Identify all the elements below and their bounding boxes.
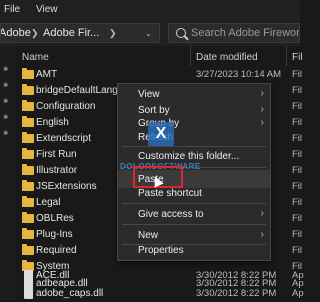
folder-icon <box>22 196 34 207</box>
search-placeholder: Search Adobe Fireworks CS6 <box>191 27 300 39</box>
submenu-arrow-icon: › <box>260 88 264 99</box>
menu-separator <box>122 224 266 225</box>
submenu-arrow-icon: › <box>260 229 264 240</box>
breadcrumb-adobe[interactable]: Adobe <box>1 24 31 42</box>
menu-item-view[interactable]: View › <box>118 86 270 103</box>
menu-view[interactable]: View <box>36 4 58 15</box>
folder-icon <box>22 132 34 143</box>
pin-icon: ✶ <box>2 80 10 90</box>
file-icon <box>24 288 33 299</box>
folder-icon <box>22 116 34 127</box>
column-divider[interactable] <box>190 46 191 66</box>
watermark-logo: X <box>148 122 174 146</box>
folder-icon <box>22 84 34 95</box>
menu-separator <box>122 146 266 147</box>
menu-item-properties[interactable]: Properties <box>118 242 270 259</box>
search-icon <box>176 28 186 38</box>
pin-icon: ✶ <box>2 96 10 106</box>
breadcrumb-adobe-fireworks[interactable]: Adobe Fir... <box>43 24 99 42</box>
folder-icon <box>22 68 34 79</box>
column-header-name[interactable]: Name <box>22 52 49 63</box>
folder-icon <box>22 100 34 111</box>
menu-item-give-access[interactable]: Give access to › <box>118 206 270 223</box>
folder-icon <box>22 164 34 175</box>
address-bar-row: Adobe ❯ Adobe Fir... ❯ ⌄ Search Adobe Fi… <box>0 20 300 46</box>
column-header-type[interactable]: Fil <box>292 52 303 63</box>
submenu-arrow-icon: › <box>260 208 264 219</box>
chevron-down-icon[interactable]: ⌄ <box>145 25 152 42</box>
menu-bar: File View <box>0 0 300 20</box>
folder-icon <box>22 212 34 223</box>
folder-icon <box>22 180 34 191</box>
submenu-arrow-icon: › <box>260 104 264 115</box>
menu-file[interactable]: File <box>4 4 20 15</box>
column-divider[interactable] <box>286 46 287 66</box>
column-header-row: Name Date modified Fil <box>0 46 303 66</box>
search-input[interactable]: Search Adobe Fireworks CS6 <box>168 23 300 43</box>
chevron-right-icon: ❯ <box>31 28 39 38</box>
address-bar[interactable]: Adobe ❯ Adobe Fir... ❯ ⌄ <box>0 23 160 43</box>
navigation-pane[interactable]: ✶ ✶ ✶ ✶ ✶ <box>0 46 16 300</box>
file-row[interactable]: AMT 3/27/2023 10:14 AM Fil <box>18 67 302 83</box>
submenu-arrow-icon: › <box>260 117 264 128</box>
menu-separator <box>122 203 266 204</box>
menu-item-refresh[interactable]: Refresh <box>118 129 270 146</box>
pin-icon: ✶ <box>2 112 10 122</box>
chevron-right-icon: ❯ <box>109 28 117 38</box>
folder-icon <box>22 244 34 255</box>
folder-icon <box>22 228 34 239</box>
folder-icon <box>22 148 34 159</box>
column-header-date-modified[interactable]: Date modified <box>196 52 258 63</box>
pin-icon: ✶ <box>2 128 10 138</box>
